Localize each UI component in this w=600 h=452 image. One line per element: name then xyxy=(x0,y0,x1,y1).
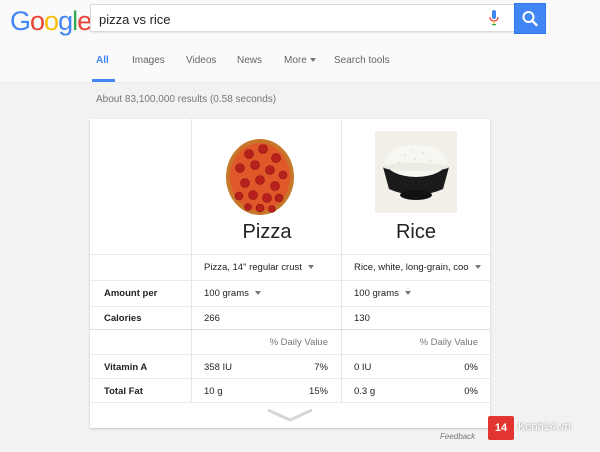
tab-more-label: More xyxy=(284,55,307,66)
feedback-link[interactable]: Feedback xyxy=(440,432,475,441)
column-divider xyxy=(191,119,192,402)
watermark-text: Kenh14.vn xyxy=(518,421,571,433)
tab-search-tools[interactable]: Search tools xyxy=(334,55,390,66)
vitamin-a-amount-rice: 0 IU xyxy=(354,362,372,373)
search-input[interactable] xyxy=(97,8,481,30)
search-tabs: All Images Videos News More Search tools xyxy=(0,50,600,82)
tab-videos[interactable]: Videos xyxy=(186,55,216,66)
column-divider xyxy=(341,119,342,402)
tab-news[interactable]: News xyxy=(237,55,262,66)
row-divider xyxy=(90,280,490,281)
amount-select-rice[interactable]: 100 grams xyxy=(354,288,411,299)
daily-value-header-pizza: % Daily Value xyxy=(269,337,328,348)
vitamin-a-label: Vitamin A xyxy=(104,362,148,373)
microphone-icon[interactable] xyxy=(489,10,499,26)
total-fat-dv-pizza: 15% xyxy=(308,386,328,397)
search-box xyxy=(90,4,542,32)
calories-pizza: 266 xyxy=(204,313,220,324)
active-tab-indicator xyxy=(92,79,115,82)
dropdown-caret-icon xyxy=(404,291,411,296)
dropdown-caret-icon xyxy=(307,265,314,270)
serving-select-rice[interactable]: Rice, white, long-grain, coo xyxy=(354,262,481,273)
dropdown-caret-icon xyxy=(474,265,481,270)
tab-more[interactable]: More xyxy=(284,55,316,66)
logo-letter: o xyxy=(44,6,59,36)
vitamin-a-dv-rice: 0% xyxy=(464,362,478,373)
dropdown-caret-icon xyxy=(254,291,261,296)
search-icon xyxy=(522,11,538,27)
total-fat-amount-rice: 0.3 g xyxy=(354,386,376,397)
food-name-pizza: Pizza xyxy=(242,221,292,243)
logo-letter: o xyxy=(30,6,45,36)
amount-value-pizza: 100 grams xyxy=(204,288,249,299)
food-name-rice: Rice xyxy=(395,221,436,243)
tab-all[interactable]: All xyxy=(96,55,109,66)
amount-value-rice: 100 grams xyxy=(354,288,399,299)
header: Google All Images Videos News More Searc… xyxy=(0,0,600,83)
nutrition-comparison-card: Pizza Rice Pizza, 14" regular crust Rice… xyxy=(90,119,490,428)
row-divider xyxy=(90,306,490,307)
rice-image[interactable] xyxy=(375,131,457,213)
amount-per-label: Amount per xyxy=(104,288,158,299)
pizza-image[interactable] xyxy=(225,138,295,216)
row-divider xyxy=(90,378,490,379)
serving-label-pizza: Pizza, 14" regular crust xyxy=(204,262,302,273)
total-fat-dv-rice: 0% xyxy=(464,386,478,397)
vitamin-a-dv-pizza: 7% xyxy=(314,362,328,373)
row-divider xyxy=(90,402,490,403)
row-divider xyxy=(90,329,490,330)
serving-select-pizza[interactable]: Pizza, 14" regular crust xyxy=(204,262,314,273)
calories-label: Calories xyxy=(104,313,142,324)
row-divider xyxy=(90,354,490,355)
caret-down-icon xyxy=(309,58,316,63)
vitamin-a-amount-pizza: 358 IU xyxy=(204,362,232,373)
total-fat-label: Total Fat xyxy=(104,386,143,397)
tab-images[interactable]: Images xyxy=(132,55,165,66)
total-fat-amount-pizza: 10 g xyxy=(204,386,223,397)
serving-label-rice: Rice, white, long-grain, coo xyxy=(354,262,469,273)
search-button[interactable] xyxy=(514,3,546,34)
watermark-badge: 14 xyxy=(488,416,514,440)
results-stats: About 83,100,000 results (0.58 seconds) xyxy=(96,94,277,105)
google-logo[interactable]: Google xyxy=(10,6,92,37)
row-divider xyxy=(90,254,490,255)
daily-value-header-rice: % Daily Value xyxy=(419,337,478,348)
calories-rice: 130 xyxy=(354,313,370,324)
logo-letter: G xyxy=(10,6,31,36)
expand-chevron-icon[interactable] xyxy=(266,407,314,423)
logo-letter: g xyxy=(58,6,73,36)
amount-select-pizza[interactable]: 100 grams xyxy=(204,288,261,299)
